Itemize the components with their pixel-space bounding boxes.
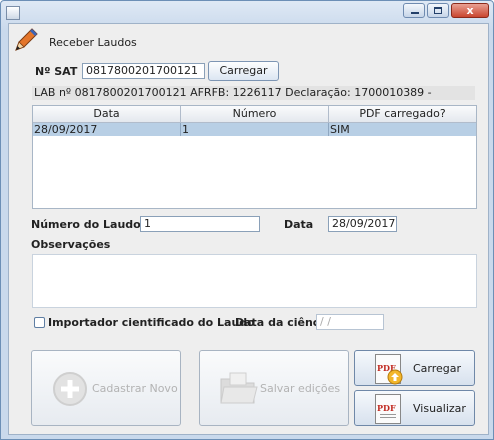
application-window: x Receber Laudos Nº SAT 0817800201700121… xyxy=(0,0,494,440)
data-input[interactable]: 28/09/2017 xyxy=(328,216,397,232)
cadastrar-novo-label: Cadastrar Novo xyxy=(92,381,178,395)
data-label: Data xyxy=(284,218,314,231)
title-bar[interactable]: x xyxy=(1,1,493,23)
cell-data: 28/09/2017 xyxy=(33,123,181,136)
folder-icon xyxy=(220,372,258,404)
data-ciencia-input[interactable]: / / xyxy=(316,314,384,330)
sat-label: Nº SAT xyxy=(35,65,78,78)
cadastrar-novo-button[interactable]: Cadastrar Novo xyxy=(31,350,181,426)
maximize-icon xyxy=(434,7,442,14)
carregar-sat-button[interactable]: Carregar xyxy=(208,61,279,81)
column-header-numero[interactable]: Número xyxy=(181,106,329,122)
carregar-pdf-label: Carregar xyxy=(413,361,462,375)
content-panel: Receber Laudos Nº SAT 0817800201700121 C… xyxy=(8,23,489,435)
cell-pdf: SIM xyxy=(330,123,350,136)
table-row[interactable]: 28/09/2017 1 SIM xyxy=(33,123,476,136)
salvar-edicoes-label: Salvar edições xyxy=(260,381,341,395)
maximize-button[interactable] xyxy=(427,3,449,18)
pen-icon xyxy=(15,28,38,51)
column-header-pdf[interactable]: PDF carregado? xyxy=(329,106,476,122)
observacoes-textarea[interactable] xyxy=(32,254,477,308)
pdf-import-icon: PDF xyxy=(375,354,403,385)
minimize-button[interactable] xyxy=(403,3,425,18)
sat-input[interactable]: 0817800201700121 xyxy=(82,63,205,79)
minimize-icon xyxy=(411,12,419,14)
close-button[interactable]: x xyxy=(451,3,489,18)
salvar-edicoes-button[interactable]: Salvar edições xyxy=(199,350,349,426)
window-controls: x xyxy=(401,3,489,18)
numero-laudo-input[interactable]: 1 xyxy=(140,216,260,232)
column-header-data[interactable]: Data xyxy=(33,106,181,122)
cell-numero: 1 xyxy=(181,123,329,136)
visualizar-button[interactable]: PDF Visualizar xyxy=(354,390,475,426)
laudos-table[interactable]: Data Número PDF carregado? 28/09/2017 1 … xyxy=(32,105,477,209)
table-header: Data Número PDF carregado? xyxy=(33,106,476,123)
lab-info-text: LAB nº 0817800201700121 AFRFB: 1226117 D… xyxy=(32,86,475,100)
page-title: Receber Laudos xyxy=(49,36,137,49)
carregar-pdf-button[interactable]: PDF Carregar xyxy=(354,350,475,386)
pdf-icon: PDF xyxy=(375,394,401,424)
visualizar-label: Visualizar xyxy=(413,401,466,415)
numero-laudo-label: Número do Laudo xyxy=(31,218,141,231)
importador-checkbox[interactable] xyxy=(34,317,45,328)
close-icon: x xyxy=(466,4,474,17)
add-icon xyxy=(53,372,87,406)
importador-checkbox-label: Importador cientificado do Laudo xyxy=(48,316,255,329)
app-icon xyxy=(6,6,20,20)
observacoes-label: Observações xyxy=(31,238,111,251)
